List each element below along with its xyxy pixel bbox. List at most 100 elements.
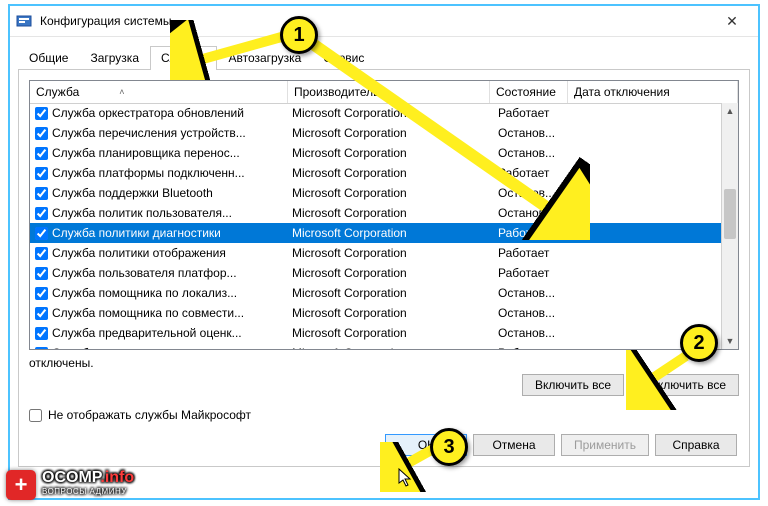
service-checkbox[interactable] (35, 247, 48, 260)
logo-plus-icon: + (6, 470, 36, 500)
service-manufacturer: Microsoft Corporation (292, 246, 498, 260)
window-title: Конфигурация системы (40, 14, 712, 28)
col-service[interactable]: Служба ˄ (30, 81, 288, 103)
mouse-cursor-icon (398, 468, 414, 493)
scroll-track[interactable] (722, 119, 738, 333)
service-checkbox[interactable] (35, 267, 48, 280)
service-checkbox[interactable] (35, 327, 48, 340)
disable-all-button[interactable]: Отключить все (630, 374, 739, 396)
tab-general[interactable]: Общие (18, 46, 79, 70)
service-state: Останов... (498, 306, 576, 320)
msconfig-window: Конфигурация системы ✕ Общие Загрузка Сл… (8, 4, 760, 500)
table-row[interactable]: Служба помощника по локализ...Microsoft … (30, 283, 722, 303)
service-checkbox[interactable] (35, 187, 48, 200)
service-name: Служба политики диагностики (52, 226, 292, 240)
app-icon (16, 13, 32, 29)
service-manufacturer: Microsoft Corporation (292, 206, 498, 220)
service-manufacturer: Microsoft Corporation (292, 346, 498, 349)
table-row[interactable]: Служба политик пользователя...Microsoft … (30, 203, 722, 223)
tab-strip: Общие Загрузка Службы Автозагрузка Серви… (10, 37, 758, 69)
service-manufacturer: Microsoft Corporation (292, 146, 498, 160)
note-text: отключены. (29, 356, 522, 396)
table-row[interactable]: Служба политики диагностикиMicrosoft Cor… (30, 223, 722, 243)
table-row[interactable]: Служба планировщика перенос...Microsoft … (30, 143, 722, 163)
service-checkbox[interactable] (35, 347, 48, 350)
table-row[interactable]: Служба проверки сети антивиру...Microsof… (30, 343, 722, 349)
service-manufacturer: Microsoft Corporation (292, 186, 498, 200)
service-name: Служба платформы подключенн... (52, 166, 292, 180)
service-manufacturer: Microsoft Corporation (292, 266, 498, 280)
watermark-logo: + OCOMP.info ВОПРОСЫ АДМИНУ (6, 470, 134, 500)
services-list[interactable]: Служба ˄ Производитель Состояние Дата от… (29, 80, 739, 350)
tab-services[interactable]: Службы (150, 46, 217, 70)
service-state: Работает (498, 246, 576, 260)
service-checkbox[interactable] (35, 147, 48, 160)
service-checkbox[interactable] (35, 207, 48, 220)
annotation-step-3: 3 (430, 428, 468, 466)
table-row[interactable]: Служба оркестратора обновленийMicrosoft … (30, 103, 722, 123)
service-state: Работает (498, 266, 576, 280)
service-state: Останов... (498, 186, 576, 200)
annotation-step-2: 2 (680, 324, 718, 362)
tab-tools[interactable]: Сервис (312, 46, 375, 70)
service-name: Служба помощника по локализ... (52, 286, 292, 300)
service-name: Служба проверки сети антивиру... (52, 346, 292, 349)
sort-indicator-icon: ˄ (119, 87, 124, 97)
service-state: Останов... (498, 146, 576, 160)
col-disable-date[interactable]: Дата отключения (568, 81, 738, 103)
service-checkbox[interactable] (35, 307, 48, 320)
hide-ms-services-label: Не отображать службы Майкрософт (48, 408, 251, 422)
service-manufacturer: Microsoft Corporation (292, 126, 498, 140)
col-manufacturer[interactable]: Производитель (288, 81, 490, 103)
service-name: Служба помощника по совмести... (52, 306, 292, 320)
service-checkbox[interactable] (35, 107, 48, 120)
service-name: Служба политик пользователя... (52, 206, 292, 220)
scroll-down-icon[interactable]: ▼ (722, 333, 738, 349)
service-manufacturer: Microsoft Corporation (292, 106, 498, 120)
service-checkbox[interactable] (35, 167, 48, 180)
service-state: Останов... (498, 206, 576, 220)
service-state: Работает (498, 346, 576, 349)
hide-ms-services-input[interactable] (29, 409, 42, 422)
col-state[interactable]: Состояние (490, 81, 568, 103)
service-manufacturer: Microsoft Corporation (292, 306, 498, 320)
help-button[interactable]: Справка (655, 434, 737, 456)
table-row[interactable]: Служба предварительной оценк...Microsoft… (30, 323, 722, 343)
vertical-scrollbar[interactable]: ▲ ▼ (721, 103, 738, 349)
service-name: Служба политики отображения (52, 246, 292, 260)
table-row[interactable]: Служба пользователя платфор...Microsoft … (30, 263, 722, 283)
service-manufacturer: Microsoft Corporation (292, 226, 498, 240)
services-panel: Служба ˄ Производитель Состояние Дата от… (18, 69, 750, 467)
service-name: Служба перечисления устройств... (52, 126, 292, 140)
service-manufacturer: Microsoft Corporation (292, 286, 498, 300)
table-row[interactable]: Служба поддержки BluetoothMicrosoft Corp… (30, 183, 722, 203)
scroll-thumb[interactable] (724, 189, 736, 239)
enable-all-button[interactable]: Включить все (522, 374, 624, 396)
titlebar: Конфигурация системы ✕ (10, 6, 758, 37)
apply-button[interactable]: Применить (561, 434, 649, 456)
service-manufacturer: Microsoft Corporation (292, 166, 498, 180)
hide-ms-services-checkbox[interactable]: Не отображать службы Майкрософт (29, 408, 739, 422)
table-row[interactable]: Служба политики отображенияMicrosoft Cor… (30, 243, 722, 263)
cancel-button[interactable]: Отмена (473, 434, 555, 456)
table-row[interactable]: Служба помощника по совмести...Microsoft… (30, 303, 722, 323)
service-state: Останов... (498, 286, 576, 300)
list-header: Служба ˄ Производитель Состояние Дата от… (30, 81, 738, 104)
service-name: Служба пользователя платфор... (52, 266, 292, 280)
service-manufacturer: Microsoft Corporation (292, 326, 498, 340)
tab-boot[interactable]: Загрузка (79, 46, 150, 70)
service-state: Останов... (498, 126, 576, 140)
service-checkbox[interactable] (35, 127, 48, 140)
logo-text: OCOMP.info ВОПРОСЫ АДМИНУ (42, 471, 134, 499)
service-checkbox[interactable] (35, 227, 48, 240)
table-row[interactable]: Служба платформы подключенн...Microsoft … (30, 163, 722, 183)
service-name: Служба оркестратора обновлений (52, 106, 292, 120)
table-row[interactable]: Служба перечисления устройств...Microsof… (30, 123, 722, 143)
close-button[interactable]: ✕ (712, 13, 752, 30)
service-state: Работает (498, 106, 576, 120)
service-name: Служба поддержки Bluetooth (52, 186, 292, 200)
service-checkbox[interactable] (35, 287, 48, 300)
service-state: Работает (498, 226, 576, 240)
service-name: Служба предварительной оценк... (52, 326, 292, 340)
scroll-up-icon[interactable]: ▲ (722, 103, 738, 119)
